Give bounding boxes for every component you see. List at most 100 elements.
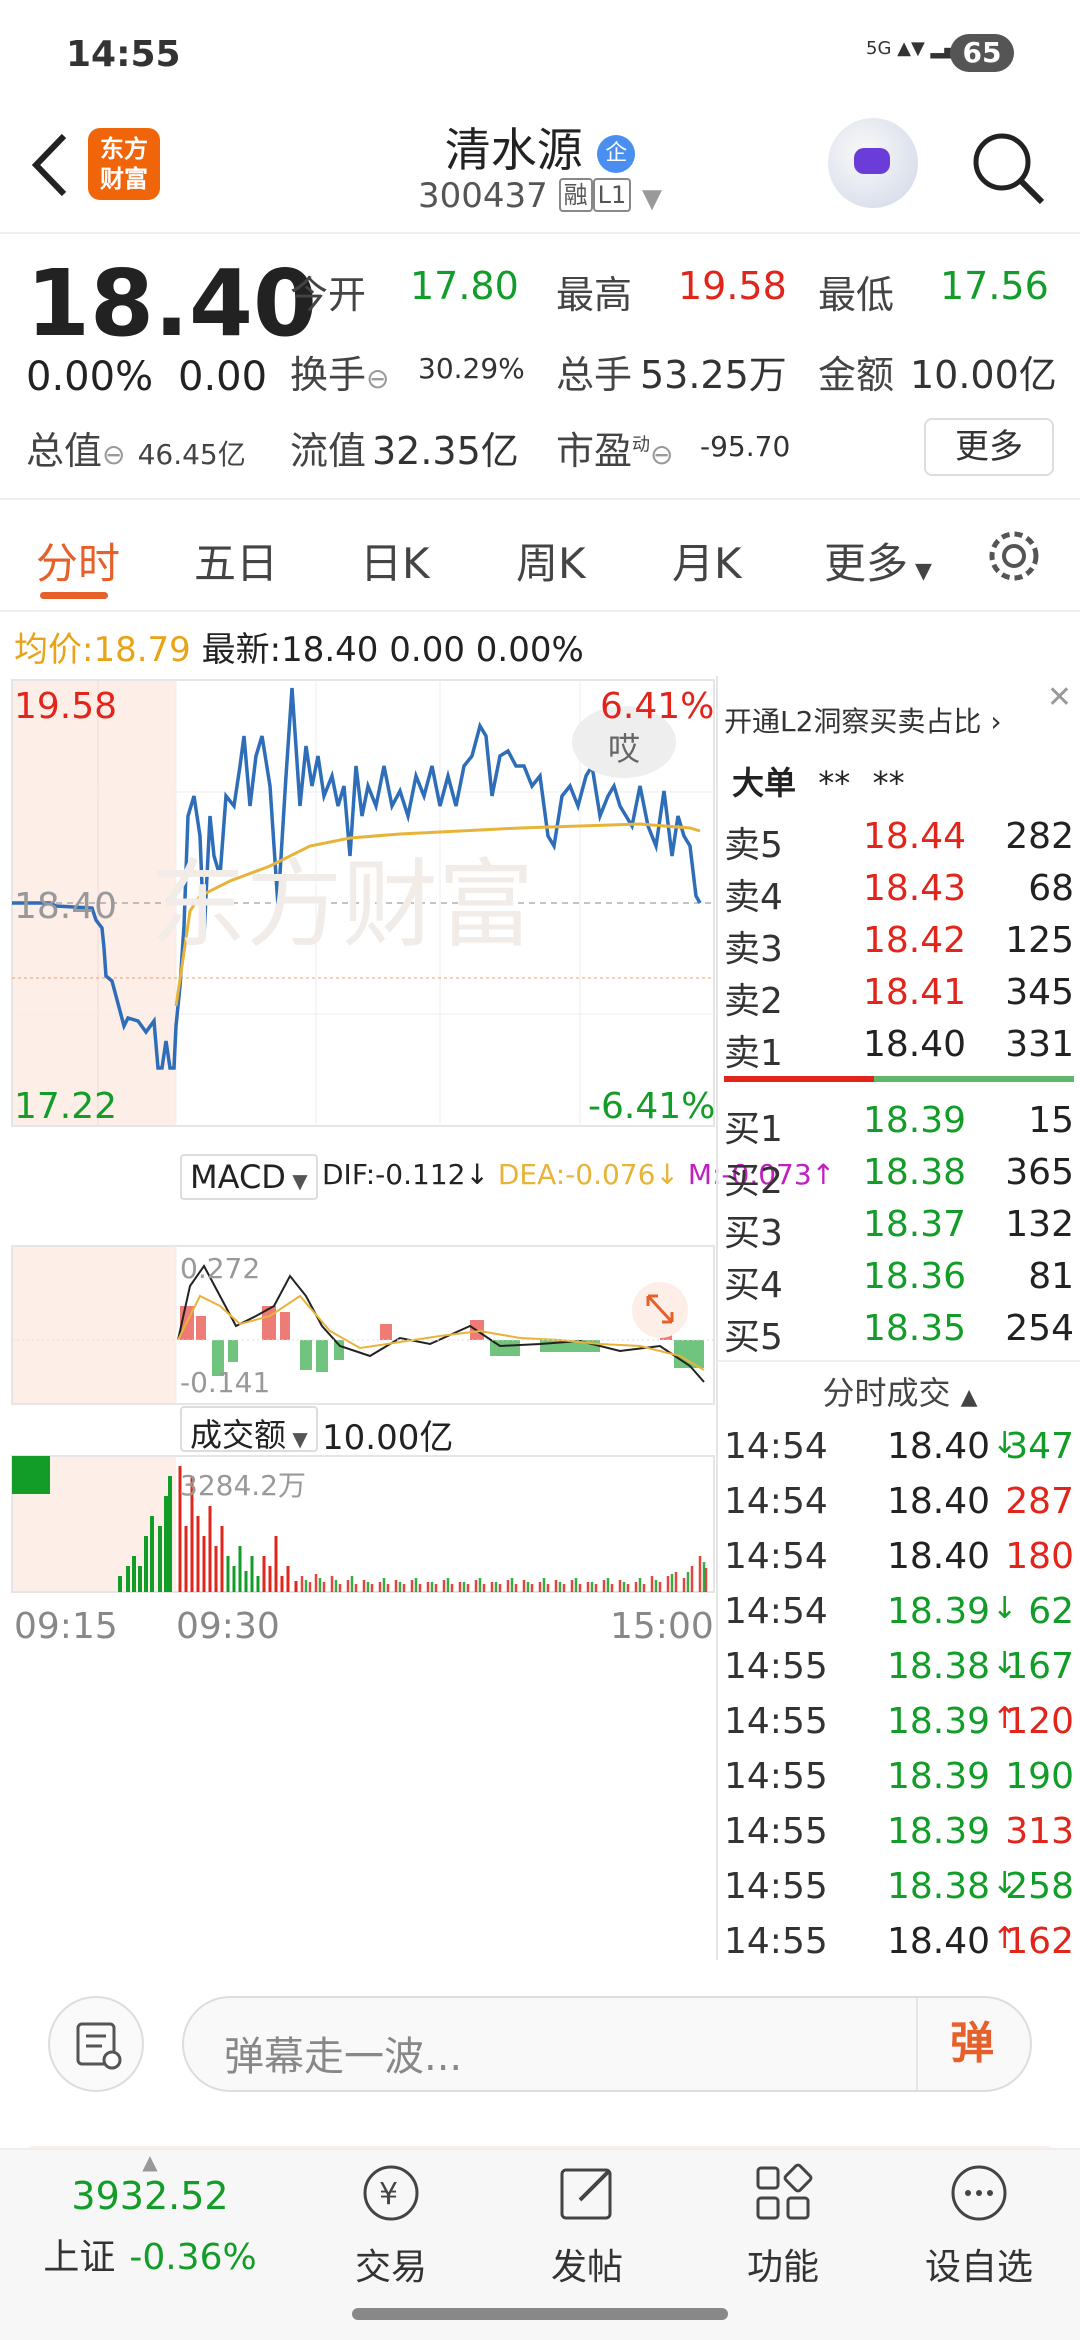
- nav-post[interactable]: 发帖: [512, 2158, 662, 2290]
- more-quote-button[interactable]: 更多: [924, 418, 1054, 476]
- sell-ratio-bar: [724, 1076, 874, 1082]
- trade-price: 18.40: [886, 1921, 990, 1962]
- trade-row[interactable]: 14:54 18.40 ↓ 347: [718, 1426, 1080, 1481]
- macd-top-label: 0.272: [180, 1252, 261, 1285]
- trade-row[interactable]: 14:54 18.40 180: [718, 1536, 1080, 1591]
- change-percent: 0.00%: [26, 354, 154, 400]
- index-pct: -0.36%: [129, 2237, 257, 2278]
- order-book-panel: 开通L2洞察买卖占比 › ✕ 大单 ** ** 卖5 18.44 282 卖4 18.…: [716, 676, 1080, 1962]
- trades-title[interactable]: 分时成交 ▲: [718, 1368, 1080, 1414]
- nav-add-watchlist[interactable]: 设自选: [904, 2158, 1054, 2290]
- l2-promo-link[interactable]: 开通L2洞察买卖占比 ›: [724, 700, 1002, 740]
- volume-max-label: 3284.2万: [180, 1469, 306, 1502]
- trade-icon: ¥: [363, 2165, 419, 2221]
- ask-row[interactable]: 卖5 18.44 282: [718, 816, 1080, 866]
- bid-row[interactable]: 买1 18.39 15: [718, 1100, 1080, 1150]
- danmu-placeholder: 弹幕走一波...: [224, 2034, 463, 2080]
- volume-selector[interactable]: 成交额 ▼: [180, 1406, 318, 1454]
- trade-row[interactable]: 14:55 18.39 190: [718, 1756, 1080, 1811]
- ask-row[interactable]: 卖2 18.41 345: [718, 972, 1080, 1022]
- tab-intraday[interactable]: 分时: [36, 530, 120, 591]
- y-axis-mid: 18.40: [14, 886, 118, 927]
- big-order-row: 大单 ** **: [732, 764, 905, 802]
- trade-time: 14:55: [724, 1756, 828, 1797]
- ask-row[interactable]: 卖1 18.40 331: [718, 1024, 1080, 1074]
- trade-price: 18.38: [886, 1866, 990, 1907]
- tab-five-day[interactable]: 五日: [194, 530, 278, 591]
- bid-row[interactable]: 买5 18.35 254: [718, 1308, 1080, 1358]
- close-icon[interactable]: ✕: [1047, 680, 1072, 715]
- trade-row[interactable]: 14:54 18.40 287: [718, 1481, 1080, 1536]
- trade-volume: 120: [1005, 1701, 1074, 1742]
- trade-row[interactable]: 14:54 18.39 ↓ 62: [718, 1591, 1080, 1646]
- volume-value: 53.25万: [640, 353, 787, 397]
- trade-row[interactable]: 14:55 18.38 ↓ 167: [718, 1646, 1080, 1701]
- bid-row[interactable]: 买2 18.38 365: [718, 1152, 1080, 1202]
- index-value: 3932.52: [71, 2174, 229, 2218]
- trade-row[interactable]: 14:55 18.39 313: [718, 1811, 1080, 1866]
- trade-arrow: ↓: [992, 1591, 1018, 1626]
- turnover-value: 30.29%: [418, 352, 525, 385]
- time-end: 15:00: [610, 1606, 714, 1647]
- svg-text:¥: ¥: [379, 2177, 398, 2212]
- grid-icon: [756, 2163, 813, 2220]
- tab-weekly-k[interactable]: 周K: [516, 530, 586, 591]
- high-value: 19.58: [678, 264, 787, 308]
- stock-header: 东方财富 清水源 企 300437 融 L1 ▼: [0, 100, 1080, 234]
- trade-time: 14:55: [724, 1811, 828, 1852]
- market-cap: 总值⊖ 46.45亿: [26, 429, 246, 473]
- float-cap-value: 32.35亿: [372, 429, 519, 473]
- macd-selector[interactable]: MACD ▼: [180, 1154, 318, 1200]
- trade-time: 14:55: [724, 1921, 828, 1962]
- trade-volume: 287: [1005, 1481, 1074, 1522]
- ask-row[interactable]: 卖3 18.42 125: [718, 920, 1080, 970]
- trade-price: 18.40: [886, 1426, 990, 1467]
- status-bar: 14:55 5G ▲▼ ▂▄▆ 65: [0, 0, 1080, 100]
- amount-label: 金额: [818, 353, 895, 397]
- chevron-down-icon: ▼: [642, 184, 663, 214]
- turnover-label: 换手⊖: [290, 353, 390, 397]
- nav-trade[interactable]: ¥ 交易: [316, 2158, 466, 2290]
- pe-label: 市盈动⊖: [556, 429, 674, 473]
- trade-price: 18.38: [886, 1646, 990, 1687]
- float-cap-label: 流值: [290, 429, 367, 473]
- trade-volume: 167: [1005, 1646, 1074, 1687]
- tab-monthly-k[interactable]: 月K: [672, 530, 742, 591]
- volume-label: 总手: [556, 353, 633, 397]
- ask-row[interactable]: 卖4 18.43 68: [718, 868, 1080, 918]
- trade-price: 18.39: [886, 1811, 990, 1852]
- danmu-toggle-button[interactable]: 弹: [916, 1998, 1026, 2090]
- index-ticker[interactable]: ▲ 3932.52 上证 -0.36%: [40, 2150, 260, 2280]
- pct-axis-top: 6.41%: [600, 686, 715, 727]
- quote-panel: 18.40 0.00% 0.00 总值⊖ 46.45亿 今开 17.80 最高 …: [0, 236, 1080, 500]
- edit-post-icon: [560, 2168, 612, 2220]
- time-open: 09:30: [176, 1606, 280, 1647]
- trade-time: 14:55: [724, 1866, 828, 1907]
- bid-row[interactable]: 买3 18.37 132: [718, 1204, 1080, 1254]
- notes-icon[interactable]: [48, 1996, 144, 2092]
- home-indicator: [352, 2308, 728, 2320]
- enterprise-badge: 企: [597, 135, 636, 173]
- amount-value: 10.00亿: [910, 353, 1057, 397]
- trade-volume: 62: [1028, 1591, 1074, 1632]
- stock-code-row[interactable]: 300437 融 L1 ▼: [0, 176, 1080, 216]
- high-label: 最高: [556, 273, 633, 317]
- intraday-chart[interactable]: 东方财富 19.58 18.40 17.22 6.41% -6.41% 哎 MA…: [0, 676, 835, 1960]
- assistant-robot-icon[interactable]: [828, 118, 918, 208]
- search-icon[interactable]: [968, 128, 1048, 208]
- trade-volume: 347: [1005, 1426, 1074, 1467]
- trade-time: 14:54: [724, 1536, 828, 1577]
- settings-gear-icon[interactable]: [984, 526, 1044, 586]
- trade-volume: 258: [1005, 1866, 1074, 1907]
- trade-time: 14:54: [724, 1426, 828, 1467]
- trade-row[interactable]: 14:55 18.39 ↑ 120: [718, 1701, 1080, 1756]
- tab-more[interactable]: 更多 ▼: [824, 530, 932, 591]
- bid-row[interactable]: 买4 18.36 81: [718, 1256, 1080, 1306]
- nav-functions[interactable]: 功能: [708, 2158, 858, 2290]
- macd-bottom-label: -0.141: [180, 1366, 271, 1399]
- battery-indicator: 65: [950, 34, 1014, 72]
- trade-row[interactable]: 14:55 18.38 ↓ 258: [718, 1866, 1080, 1921]
- tab-daily-k[interactable]: 日K: [360, 530, 430, 591]
- y-axis-bottom: 17.22: [14, 1086, 118, 1127]
- danmu-input[interactable]: 弹幕走一波... 弹: [182, 1996, 1032, 2092]
